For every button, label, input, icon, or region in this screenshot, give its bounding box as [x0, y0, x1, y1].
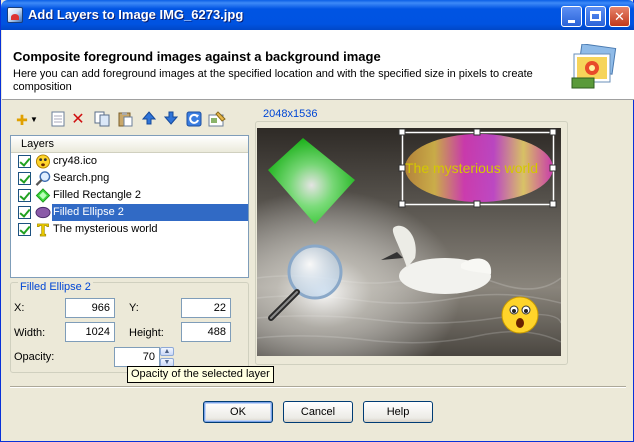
dialog-window: Add Layers to Image IMG_6273.jpg ✕ Compo… — [0, 0, 634, 442]
text-icon — [37, 223, 49, 237]
list-item[interactable]: Search.png — [11, 170, 248, 187]
layer-visible-checkbox[interactable] — [18, 155, 31, 168]
maximize-button[interactable] — [585, 6, 606, 27]
close-icon: ✕ — [614, 9, 625, 24]
layer-visible-checkbox[interactable] — [18, 172, 31, 185]
help-button[interactable]: Help — [363, 401, 433, 423]
layer-name: Filled Ellipse 2 — [52, 204, 248, 221]
close-button[interactable]: ✕ — [609, 6, 630, 27]
layers-list[interactable]: Layers cry48.ico Search.png Filled Recta… — [10, 135, 249, 278]
layers-column-header[interactable]: Layers — [11, 136, 248, 153]
layer-name: Search.png — [53, 172, 110, 184]
minimize-button[interactable] — [561, 6, 582, 27]
list-item[interactable]: cry48.ico — [11, 153, 248, 170]
refresh-icon[interactable] — [185, 111, 203, 129]
properties-icon[interactable] — [208, 111, 226, 129]
dropdown-arrow-icon[interactable]: ▼ — [30, 111, 38, 129]
x-label: X: — [14, 302, 25, 314]
header-title: Composite foreground images against a ba… — [13, 49, 381, 64]
layers-photo-icon — [571, 44, 617, 89]
cry48-icon-layer — [501, 296, 539, 334]
diamond-icon — [35, 188, 51, 203]
layer-visible-checkbox[interactable] — [18, 223, 31, 236]
layer-visible-checkbox[interactable] — [18, 206, 31, 219]
list-item[interactable]: Filled Rectangle 2 — [11, 187, 248, 204]
app-icon — [7, 7, 23, 23]
opacity-label: Opacity: — [14, 351, 55, 363]
paste-icon[interactable] — [116, 111, 134, 129]
add-icon[interactable]: ✚ — [13, 111, 31, 129]
opacity-stepper[interactable]: ▲ ▼ — [160, 347, 174, 367]
width-label: Width: — [14, 327, 46, 339]
header-panel: Composite foreground images against a ba… — [2, 30, 634, 100]
layer-name: Filled Rectangle 2 — [53, 189, 142, 201]
height-field[interactable]: 488 — [181, 322, 231, 342]
smiley-icon — [35, 154, 51, 169]
new-icon[interactable] — [49, 111, 67, 129]
copy-icon[interactable] — [93, 111, 111, 129]
maximize-icon — [590, 11, 601, 21]
move-up-icon[interactable] — [140, 111, 158, 129]
list-item[interactable]: Filled Ellipse 2 — [11, 204, 248, 221]
ok-button[interactable]: OK — [203, 401, 273, 423]
cancel-button[interactable]: Cancel — [283, 401, 353, 423]
window-title: Add Layers to Image IMG_6273.jpg — [28, 7, 244, 22]
properties-group-title: Filled Ellipse 2 — [18, 281, 93, 293]
ellipse-icon — [35, 206, 51, 219]
magnifier-icon — [35, 171, 51, 186]
composition-preview[interactable]: The mysterious world — [257, 128, 561, 356]
opacity-tooltip: Opacity of the selected layer — [127, 366, 274, 383]
divider — [10, 386, 626, 388]
y-label: Y: — [129, 302, 139, 314]
width-field[interactable]: 1024 — [65, 322, 115, 342]
spin-up-icon[interactable]: ▲ — [160, 347, 174, 356]
y-field[interactable]: 22 — [181, 298, 231, 318]
layer-properties-group: Filled Ellipse 2 X: 966 Y: 22 Width: 102… — [10, 281, 249, 373]
opacity-field[interactable]: 70 — [114, 347, 160, 367]
overlay-text-layer: The mysterious world — [405, 160, 538, 176]
list-item[interactable]: The mysterious world — [11, 221, 248, 238]
minimize-icon — [568, 20, 575, 23]
height-label: Height: — [129, 327, 164, 339]
header-description: Here you can add foreground images at th… — [13, 68, 533, 93]
title-bar[interactable]: Add Layers to Image IMG_6273.jpg ✕ — [1, 0, 634, 30]
layer-visible-checkbox[interactable] — [18, 189, 31, 202]
delete-icon[interactable]: ✕ — [69, 111, 87, 129]
image-dimensions: 2048x1536 — [263, 108, 318, 120]
x-field[interactable]: 966 — [65, 298, 115, 318]
layer-name: The mysterious world — [53, 223, 158, 235]
layer-name: cry48.ico — [53, 155, 98, 167]
move-down-icon[interactable] — [162, 111, 180, 129]
